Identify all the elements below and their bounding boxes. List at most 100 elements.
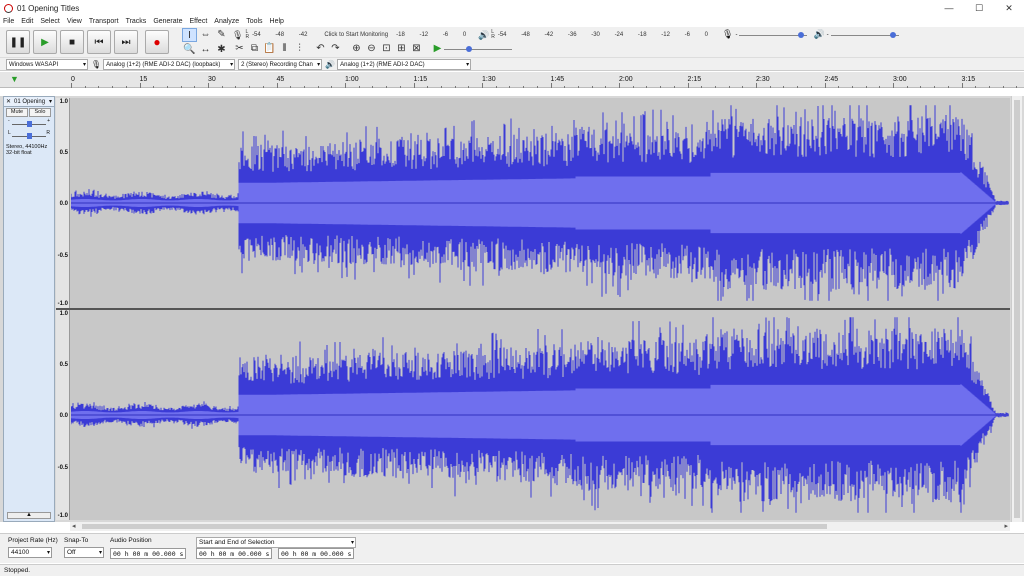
zoom-tool-icon[interactable]: 🔍 — [182, 43, 197, 57]
playback-volume-slider[interactable] — [830, 31, 899, 39]
scale-label: -0.5 — [57, 465, 68, 471]
waveform-channel-left[interactable]: 1.0 0.5 0.0 -0.5 -1.0 — [56, 98, 1010, 308]
stop-button[interactable]: ■ — [60, 30, 84, 54]
scrollbar-thumb[interactable] — [82, 524, 827, 529]
selection-end-field[interactable]: 00 h 00 m 00.000 s — [278, 548, 355, 559]
timeline-tick-label: 2:30 — [756, 76, 770, 83]
menu-transport[interactable]: Transport — [89, 18, 119, 25]
redo-icon[interactable]: ↷ — [328, 43, 343, 55]
playback-device-select[interactable]: Analog (1+2) (RME ADI-2 DAC) — [337, 58, 472, 70]
selection-tool-icon[interactable]: I — [182, 28, 197, 42]
audio-position-field[interactable]: 00 h 00 m 00.000 s — [110, 548, 187, 559]
vertical-scrollbar[interactable] — [1011, 96, 1022, 522]
minimize-button[interactable]: — — [934, 0, 964, 16]
horizontal-scrollbar[interactable]: ◂ ▸ — [70, 522, 1010, 531]
selection-start-field[interactable]: 00 h 00 m 00.000 s — [196, 548, 273, 559]
maximize-button[interactable]: ☐ — [964, 0, 994, 16]
menu-file[interactable]: File — [3, 18, 14, 25]
recording-volume-slider[interactable] — [739, 31, 808, 39]
timeline-minor-tick — [1016, 86, 1018, 88]
silence-icon[interactable]: ⫶ — [292, 43, 307, 55]
waveform-channel-right[interactable]: 1.0 0.5 0.0 -0.5 -1.0 — [56, 310, 1010, 520]
menu-edit[interactable]: Edit — [21, 18, 33, 25]
time-shift-tool-icon[interactable]: ↔ — [198, 43, 213, 57]
timeline-tick-label: 2:45 — [824, 76, 839, 83]
solo-button[interactable]: Solo — [29, 108, 51, 117]
cut-icon[interactable]: ✂ — [232, 43, 247, 55]
window-controls: — ☐ ✕ — [934, 0, 1024, 16]
scroll-left-icon[interactable]: ◂ — [72, 522, 76, 531]
paste-icon[interactable]: 📋 — [262, 43, 277, 55]
zoom-out-icon[interactable]: ⊖ — [364, 43, 379, 55]
zoom-toggle-icon[interactable]: ⊠ — [409, 43, 424, 55]
zoom-in-icon[interactable]: ⊕ — [349, 43, 364, 55]
record-button[interactable]: ● — [145, 30, 169, 54]
recording-device-select[interactable]: Analog (1+2) (RME ADI-2 DAC) (loopback) — [103, 58, 236, 70]
play-at-speed-icon[interactable]: ▶ — [430, 43, 445, 55]
copy-icon[interactable]: ⧉ — [247, 43, 262, 55]
track-name-dropdown[interactable]: ✕ 01 Opening ▾ — [4, 97, 54, 107]
selection-mode-select[interactable]: Start and End of Selection — [196, 537, 356, 548]
rec-meter-tick: -12 — [419, 32, 429, 38]
waveform-left[interactable] — [71, 98, 1009, 308]
close-window-button[interactable]: ✕ — [994, 0, 1024, 16]
start-monitoring-label[interactable]: Click to Start Monitoring — [324, 32, 388, 38]
trim-icon[interactable]: ⫴ — [277, 43, 292, 55]
chevron-down-icon[interactable]: ▾ — [49, 98, 52, 105]
scrollbar-thumb[interactable] — [1014, 100, 1020, 518]
fit-selection-icon[interactable]: ⊡ — [379, 43, 394, 55]
playback-meter[interactable]: 🔊 LR -54 -48 -42 -36 -30 -24 -18 -12 -6 … — [478, 29, 721, 41]
project-rate-select[interactable]: 44100 — [8, 547, 52, 558]
gain-slider[interactable]: - + — [8, 118, 50, 130]
skip-to-end-button[interactable]: ⏭ — [114, 30, 138, 54]
scroll-right-icon[interactable]: ▸ — [1004, 522, 1008, 531]
fit-project-icon[interactable]: ⊞ — [394, 43, 409, 55]
timeline-ruler[interactable]: ▼ 0 15 30 45 1:00 1:15 1:30 1:45 2:00 2:15 2:30 2:4… — [0, 72, 1024, 88]
track-name[interactable]: 01 Opening — [14, 99, 45, 105]
timeline-tick-mark — [961, 83, 963, 88]
slider-thumb[interactable] — [889, 31, 896, 38]
recording-channels-select[interactable]: 2 (Stereo) Recording Chan — [238, 58, 323, 70]
slider-thumb[interactable] — [465, 46, 472, 52]
multi-tool-icon[interactable]: ✱ — [214, 43, 229, 57]
audio-host-select[interactable]: Windows WASAPI — [6, 58, 88, 70]
menu-generate[interactable]: Generate — [153, 18, 182, 25]
pause-button[interactable]: ❚❚ — [6, 30, 30, 54]
collapse-track-button[interactable]: ▲ — [7, 512, 51, 519]
undo-icon[interactable]: ↶ — [313, 43, 328, 55]
menu-tracks[interactable]: Tracks — [126, 18, 147, 25]
track-info: Stereo, 44100Hz 32-bit float — [4, 142, 54, 158]
speaker-icon: 🔊 — [813, 29, 825, 39]
close-track-icon[interactable]: ✕ — [6, 98, 11, 105]
timeline-minor-tick — [988, 86, 990, 88]
slider-thumb[interactable] — [798, 31, 805, 38]
pinned-play-head-icon[interactable]: ▼ — [10, 74, 19, 84]
mute-button[interactable]: Mute — [6, 108, 28, 117]
menu-view[interactable]: View — [67, 18, 82, 25]
play-at-speed-slider[interactable] — [444, 45, 512, 53]
skip-to-start-button[interactable]: ⏮ — [87, 30, 111, 54]
pan-knob[interactable] — [27, 133, 32, 139]
amplitude-scale[interactable]: 1.0 0.5 0.0 -0.5 -1.0 — [56, 310, 70, 520]
play-button[interactable]: ▶ — [33, 30, 57, 54]
draw-tool-icon[interactable]: ✎ — [214, 28, 229, 42]
track-control-panel: ✕ 01 Opening ▾ Mute Solo - + L R Stereo,… — [3, 96, 55, 522]
recording-meter[interactable]: 🎙 LR -54 -48 -42 Click to Start Monitori… — [232, 29, 479, 41]
timeline-tick-mark — [756, 83, 757, 88]
gain-knob[interactable] — [27, 121, 32, 127]
menu-effect[interactable]: Effect — [190, 18, 208, 25]
menu-select[interactable]: Select — [40, 18, 59, 25]
amplitude-scale[interactable]: 1.0 0.5 0.0 -0.5 -1.0 — [56, 98, 70, 308]
menu-help[interactable]: Help — [270, 18, 284, 25]
scale-label: -0.5 — [57, 253, 68, 259]
pan-slider[interactable]: L R — [8, 130, 50, 142]
snap-to-select[interactable]: Off — [64, 547, 104, 558]
window-title: 01 Opening Titles — [17, 3, 80, 13]
timeline-tick-mark — [413, 83, 415, 88]
menu-analyze[interactable]: Analyze — [214, 18, 239, 25]
menu-tools[interactable]: Tools — [246, 18, 262, 25]
envelope-tool-icon[interactable]: ⇔ — [198, 28, 213, 42]
scale-label: -1.0 — [57, 513, 68, 519]
timeline-minor-tick — [728, 86, 730, 88]
waveform-right[interactable] — [71, 310, 1009, 520]
